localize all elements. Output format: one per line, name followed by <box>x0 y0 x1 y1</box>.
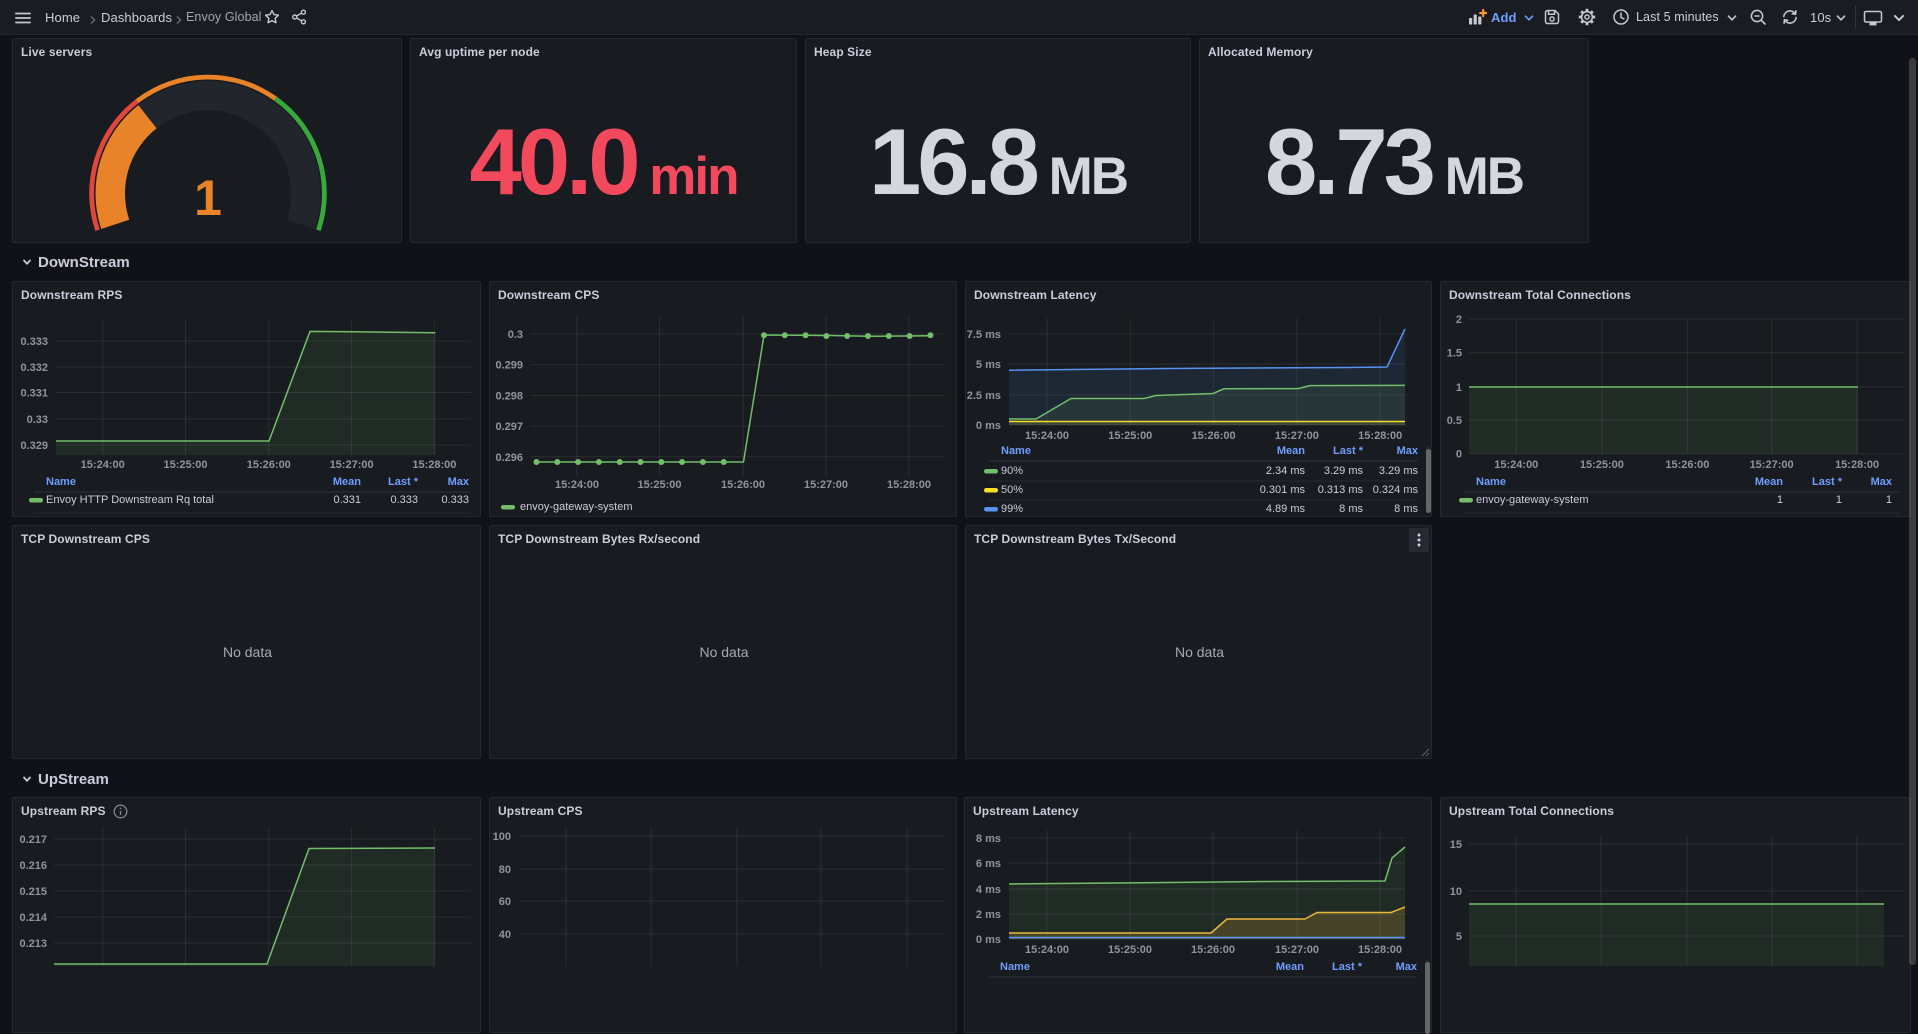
svg-text:0: 0 <box>1456 449 1462 461</box>
svg-text:15:26:00: 15:26:00 <box>247 459 291 471</box>
svg-text:15:24:00: 15:24:00 <box>1025 430 1069 442</box>
svg-text:15:25:00: 15:25:00 <box>1108 944 1152 956</box>
svg-text:Name: Name <box>1001 445 1031 457</box>
svg-text:0.217: 0.217 <box>19 834 47 846</box>
svg-text:2 ms: 2 ms <box>976 909 1001 921</box>
svg-text:0.3: 0.3 <box>508 329 523 341</box>
svg-text:0.332: 0.332 <box>20 362 48 374</box>
svg-text:15:25:00: 15:25:00 <box>163 459 207 471</box>
svg-text:40: 40 <box>499 929 511 941</box>
svg-text:0.313 ms: 0.313 ms <box>1318 484 1364 496</box>
svg-text:15:26:00: 15:26:00 <box>1191 944 1235 956</box>
svg-text:1: 1 <box>1886 494 1892 506</box>
svg-text:envoy-gateway-system: envoy-gateway-system <box>520 501 633 513</box>
svg-text:1: 1 <box>1777 494 1783 506</box>
svg-text:1: 1 <box>194 170 222 226</box>
svg-text:90%: 90% <box>1001 465 1023 477</box>
svg-text:0.331: 0.331 <box>333 494 361 506</box>
svg-text:4 ms: 4 ms <box>976 884 1001 896</box>
svg-text:15:26:00: 15:26:00 <box>721 479 765 491</box>
svg-text:Max: Max <box>1396 961 1418 973</box>
svg-text:Envoy HTTP Downstream Rq total: Envoy HTTP Downstream Rq total <box>46 494 214 506</box>
svg-text:50%: 50% <box>1001 484 1023 496</box>
svg-text:15:27:00: 15:27:00 <box>1275 430 1319 442</box>
svg-text:15:27:00: 15:27:00 <box>1750 459 1794 471</box>
svg-text:15:26:00: 15:26:00 <box>1192 430 1236 442</box>
svg-text:0.296: 0.296 <box>495 452 523 464</box>
svg-text:15:26:00: 15:26:00 <box>1665 459 1709 471</box>
svg-text:Max: Max <box>1397 445 1419 457</box>
svg-text:Last *: Last * <box>1332 961 1363 973</box>
svg-text:15:25:00: 15:25:00 <box>1580 459 1624 471</box>
svg-text:15:25:00: 15:25:00 <box>637 479 681 491</box>
svg-text:0.33: 0.33 <box>27 414 48 426</box>
svg-text:Last *: Last * <box>388 476 419 488</box>
svg-text:2: 2 <box>1456 314 1462 326</box>
svg-text:5 ms: 5 ms <box>976 359 1001 371</box>
svg-text:0.297: 0.297 <box>495 421 523 433</box>
svg-text:0.214: 0.214 <box>19 912 47 924</box>
svg-text:0 ms: 0 ms <box>976 420 1001 432</box>
svg-text:0.333: 0.333 <box>20 336 48 348</box>
svg-text:Name: Name <box>1000 961 1030 973</box>
svg-text:Last *: Last * <box>1333 445 1364 457</box>
svg-text:15:27:00: 15:27:00 <box>804 479 848 491</box>
svg-text:8 ms: 8 ms <box>1339 503 1363 515</box>
svg-text:0.215: 0.215 <box>19 886 47 898</box>
svg-text:2.34 ms: 2.34 ms <box>1266 465 1306 477</box>
svg-text:15:25:00: 15:25:00 <box>1108 430 1152 442</box>
svg-text:6 ms: 6 ms <box>976 858 1001 870</box>
svg-text:0.213: 0.213 <box>19 938 47 950</box>
svg-text:15:24:00: 15:24:00 <box>1494 459 1538 471</box>
svg-text:0.298: 0.298 <box>495 390 523 402</box>
svg-text:3.29 ms: 3.29 ms <box>1324 465 1364 477</box>
svg-text:Name: Name <box>46 476 76 488</box>
svg-text:envoy-gateway-system: envoy-gateway-system <box>1476 494 1589 506</box>
svg-text:0.5: 0.5 <box>1447 415 1462 427</box>
svg-text:0 ms: 0 ms <box>976 934 1001 946</box>
svg-text:0.333: 0.333 <box>441 494 469 506</box>
svg-text:15:24:00: 15:24:00 <box>1025 944 1069 956</box>
svg-text:8 ms: 8 ms <box>1394 503 1418 515</box>
svg-text:10: 10 <box>1450 886 1462 898</box>
svg-text:5: 5 <box>1456 931 1462 943</box>
svg-text:2.5 ms: 2.5 ms <box>967 390 1001 402</box>
svg-text:15:28:00: 15:28:00 <box>1358 430 1402 442</box>
svg-text:1.5: 1.5 <box>1447 348 1462 360</box>
svg-text:15:27:00: 15:27:00 <box>1275 944 1319 956</box>
svg-text:15: 15 <box>1450 839 1462 851</box>
svg-text:4.89 ms: 4.89 ms <box>1266 503 1306 515</box>
svg-text:15:28:00: 15:28:00 <box>412 459 456 471</box>
svg-text:0.333: 0.333 <box>390 494 418 506</box>
svg-text:15:27:00: 15:27:00 <box>330 459 374 471</box>
svg-text:1: 1 <box>1456 382 1462 394</box>
svg-text:80: 80 <box>499 864 511 876</box>
svg-text:3.29 ms: 3.29 ms <box>1379 465 1419 477</box>
svg-text:7.5 ms: 7.5 ms <box>967 329 1001 341</box>
svg-text:0.329: 0.329 <box>20 440 48 452</box>
svg-text:Max: Max <box>1871 476 1893 488</box>
svg-text:Max: Max <box>448 476 470 488</box>
svg-text:15:28:00: 15:28:00 <box>887 479 931 491</box>
svg-text:Mean: Mean <box>1755 476 1783 488</box>
svg-text:60: 60 <box>499 896 511 908</box>
svg-text:0.324 ms: 0.324 ms <box>1373 484 1419 496</box>
svg-text:Last *: Last * <box>1812 476 1843 488</box>
svg-text:15:28:00: 15:28:00 <box>1835 459 1879 471</box>
svg-text:0.301 ms: 0.301 ms <box>1260 484 1306 496</box>
svg-text:15:24:00: 15:24:00 <box>81 459 125 471</box>
svg-text:Mean: Mean <box>333 476 361 488</box>
svg-text:15:28:00: 15:28:00 <box>1358 944 1402 956</box>
svg-text:15:24:00: 15:24:00 <box>555 479 599 491</box>
svg-text:Mean: Mean <box>1277 445 1305 457</box>
svg-text:Mean: Mean <box>1276 961 1304 973</box>
svg-text:0.299: 0.299 <box>495 360 523 372</box>
svg-text:0.331: 0.331 <box>20 388 48 400</box>
svg-text:0.216: 0.216 <box>19 860 47 872</box>
svg-text:8 ms: 8 ms <box>976 833 1001 845</box>
svg-text:Name: Name <box>1476 476 1506 488</box>
svg-text:99%: 99% <box>1001 503 1023 515</box>
svg-text:1: 1 <box>1836 494 1842 506</box>
svg-text:100: 100 <box>493 831 511 843</box>
